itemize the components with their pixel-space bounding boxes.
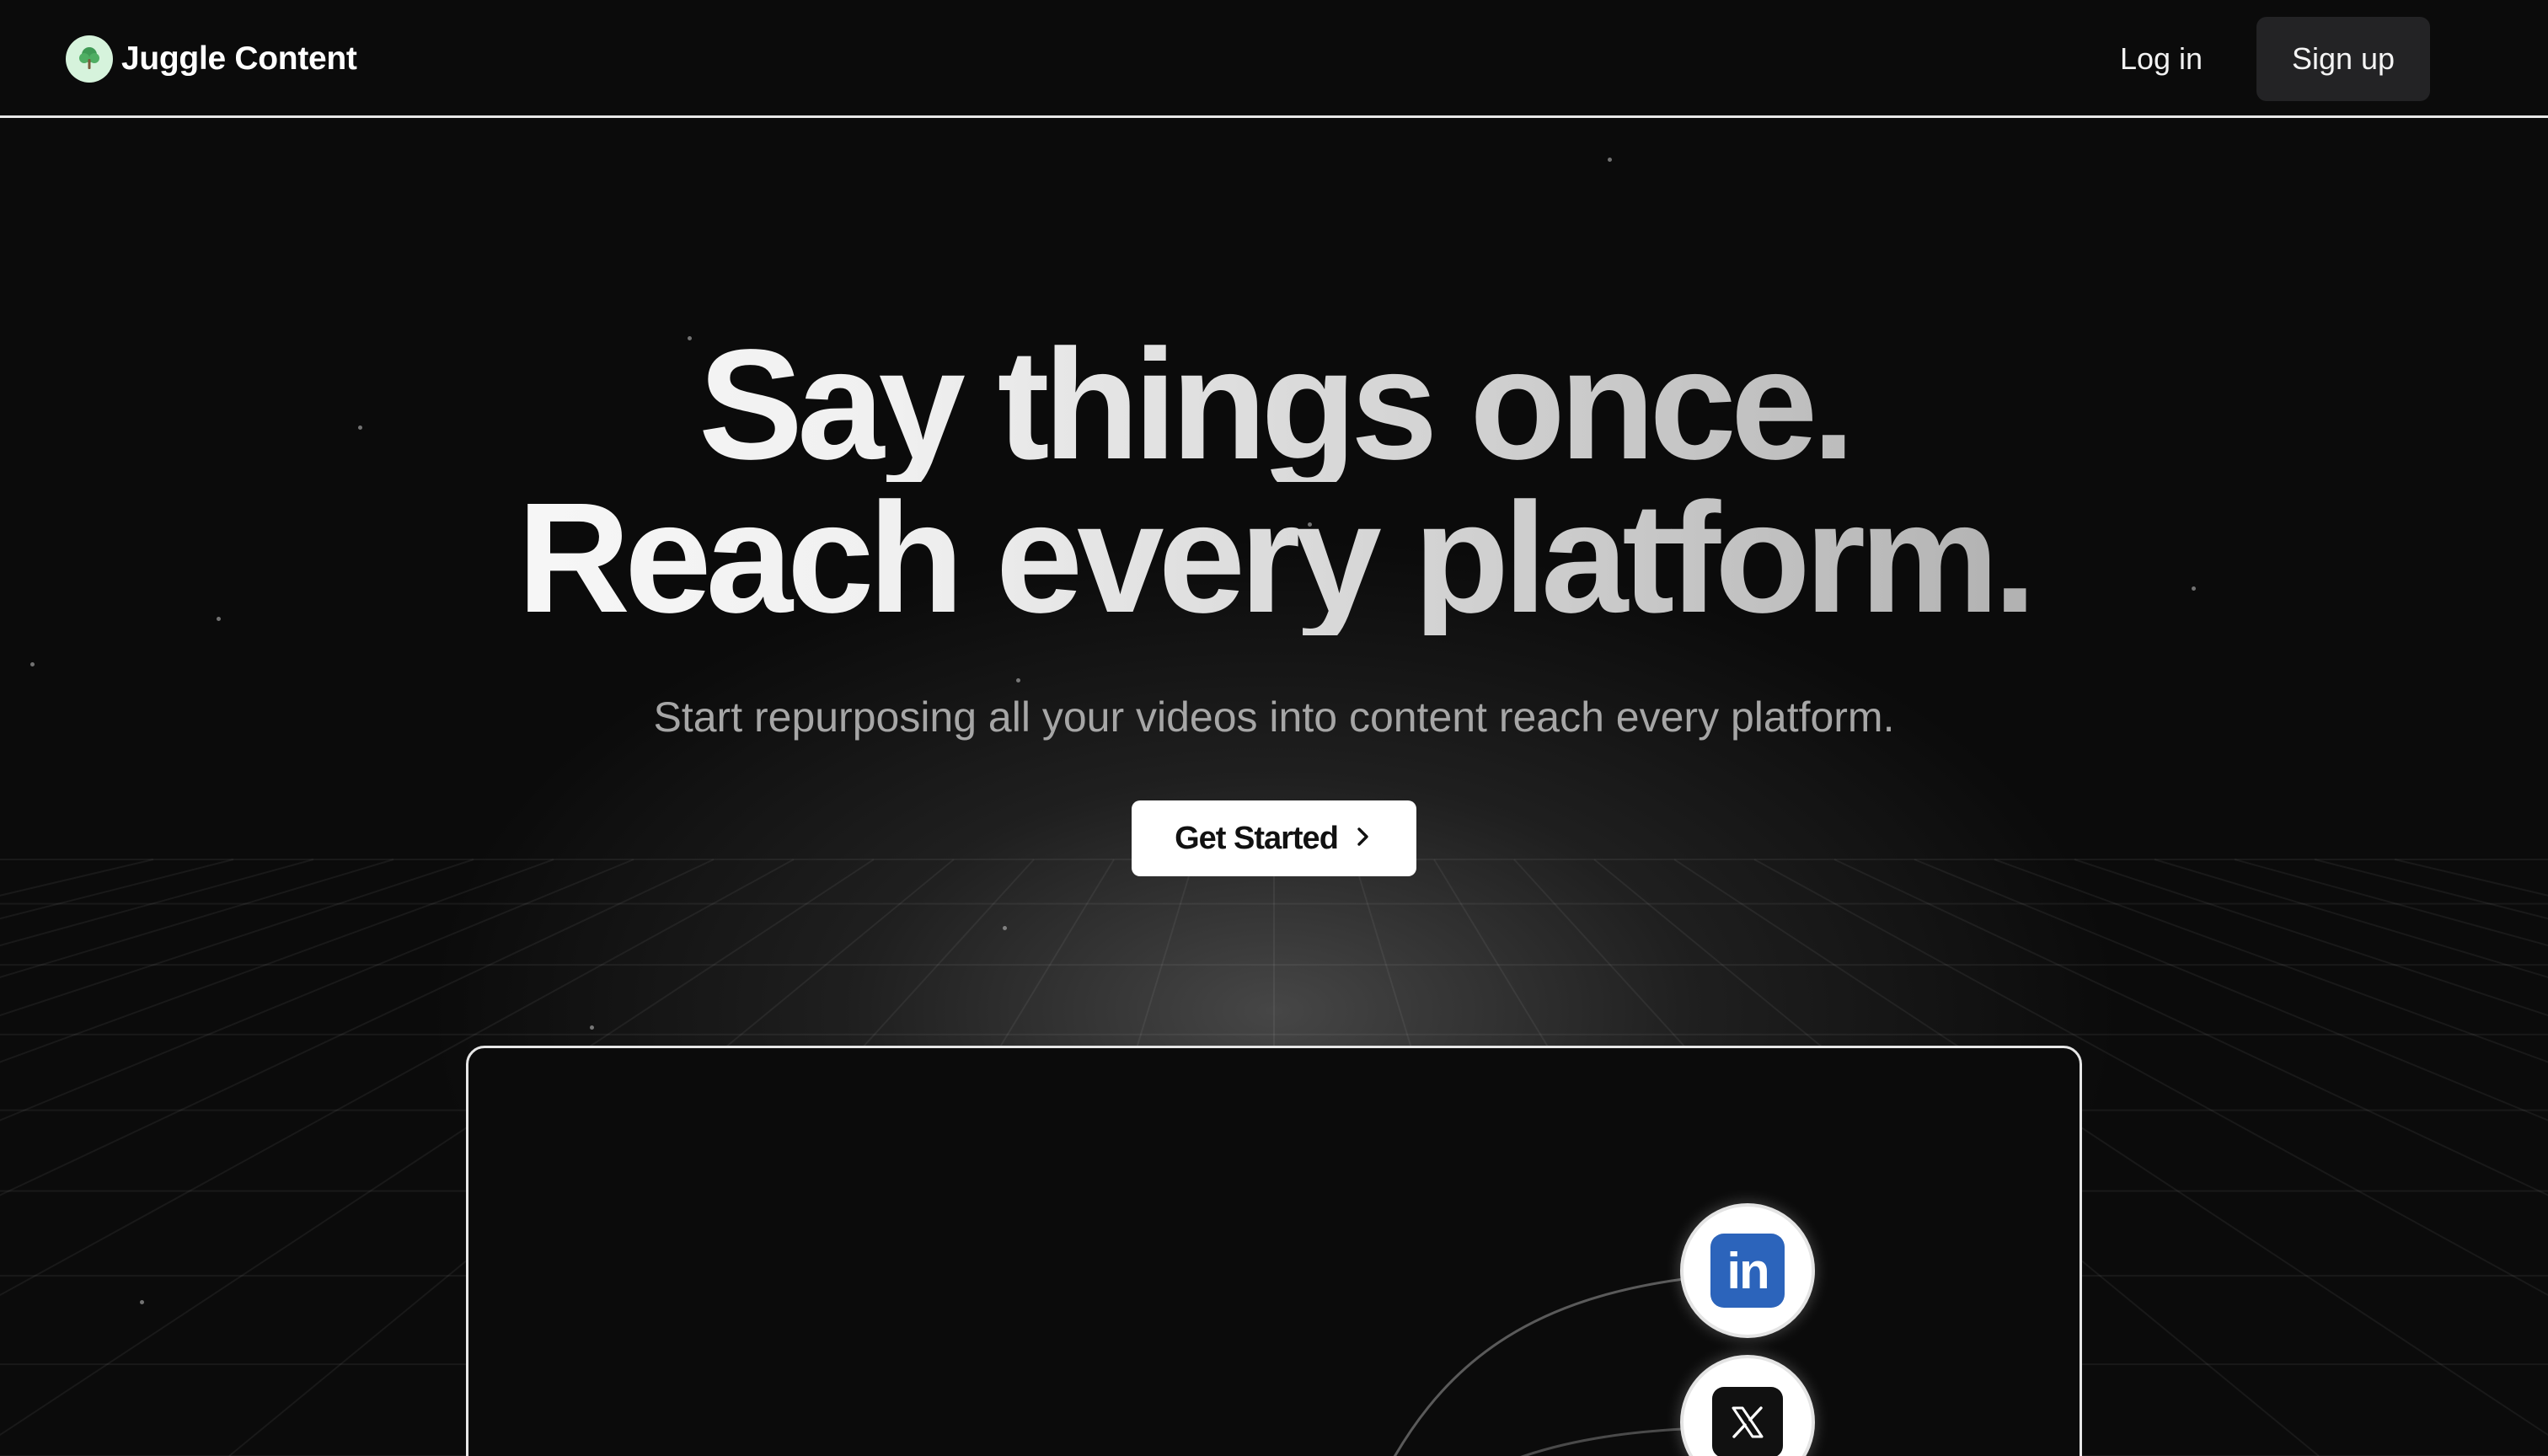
linkedin-icon: in [1710,1234,1785,1308]
x-icon [1712,1387,1783,1456]
linkedin-node: in [1680,1203,1815,1338]
star-dot [590,1025,594,1030]
star-dot [140,1300,144,1304]
hero-subtitle: Start repurposing all your videos into c… [653,693,1895,741]
hero-title-line-2: Reach every platform. [0,480,2548,637]
landing-page: Juggle Content Log in Sign up Say things… [0,0,2548,1456]
top-navbar: Juggle Content Log in Sign up [0,0,2548,118]
star-dot [1608,158,1612,162]
signup-button[interactable]: Sign up [2256,17,2430,101]
hero-title: Say things once. Reach every platform. [0,327,2548,637]
star-dot [1016,678,1020,682]
connector-lines [1393,1277,1684,1456]
star-dot [1003,926,1007,930]
brand-logo-link[interactable]: Juggle Content [66,35,357,83]
demo-preview-card: in [466,1046,2082,1456]
get-started-button[interactable]: Get Started [1132,800,1416,876]
login-link[interactable]: Log in [2081,30,2241,88]
chevron-right-icon [1353,821,1373,857]
get-started-label: Get Started [1175,820,1339,856]
brand-name: Juggle Content [121,40,357,77]
hero-title-line-1: Say things once. [0,327,2548,484]
star-dot [30,662,35,666]
tree-logo-icon [66,35,113,83]
